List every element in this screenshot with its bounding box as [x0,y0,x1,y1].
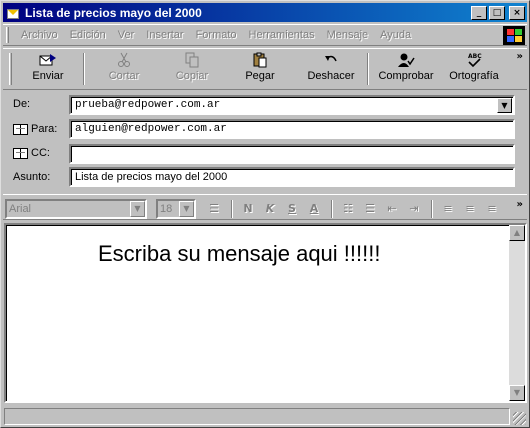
menu-grip[interactable] [6,27,9,43]
scissors-icon [93,51,155,69]
subject-value: Lista de precios mayo del 2000 [75,171,228,183]
svg-text:ABC: ABC [468,53,482,60]
send-button[interactable]: Enviar [17,51,79,89]
menu-mensaje[interactable]: Mensaje [321,29,375,41]
subject-label: Asunto: [13,171,50,183]
check-names-label: Comprobar [378,70,434,82]
menu-ver[interactable]: Ver [112,29,141,41]
chevron-down-icon[interactable]: ▼ [130,201,145,217]
check-names-icon [373,51,439,69]
send-label: Enviar [32,70,64,82]
to-value: alguien@redpower.com.ar [75,123,227,135]
spelling-icon: ABC [441,51,507,69]
message-envelope-icon [5,6,21,20]
copy-label: Copiar [175,70,209,82]
undo-icon [299,51,363,69]
cc-field[interactable] [69,144,515,164]
toolbar-more-chevron[interactable]: » [517,51,523,62]
toolbar-separator [83,53,85,85]
chevron-down-icon[interactable]: ▼ [497,98,512,113]
font-size-select[interactable]: 18 ▼ [156,199,196,219]
paste-label: Pegar [245,70,275,82]
title-bar[interactable]: Lista de precios mayo del 2000 _ □ × [3,3,527,22]
paste-icon [229,51,291,69]
menu-insertar[interactable]: Insertar [140,29,189,41]
scroll-up-icon[interactable]: ▲ [509,225,525,241]
format-separator [431,200,433,218]
subject-label-text: Asunto: [13,171,51,183]
close-button[interactable]: × [509,5,525,20]
toolbar-grip[interactable] [9,53,12,85]
underline-icon[interactable]: S [283,201,301,217]
menu-herramientas[interactable]: Herramientas [243,29,321,41]
spelling-label: Ortografía [449,70,499,82]
toolbar-separator [367,53,369,85]
bullet-list-icon[interactable]: ☰ [361,201,379,217]
cc-label-button[interactable]: CC: [13,147,50,159]
scroll-down-icon[interactable]: ▼ [509,385,525,401]
to-field[interactable]: alguien@redpower.com.ar [69,119,515,139]
format-toolbar: Arial ▼ 18 ▼ ☰ N K S A ☷ ☰ ⇤ ⇥ ≡ ≡ ≡ » [3,194,527,220]
copy-icon [161,51,223,69]
increase-indent-icon[interactable]: ⇥ [405,201,423,217]
undo-label: Deshacer [307,70,355,82]
address-book-icon [13,147,28,159]
menu-ayuda[interactable]: Ayuda [374,29,417,41]
to-label-button[interactable]: Para: [13,123,57,135]
font-select[interactable]: Arial ▼ [5,199,147,219]
message-body-text: Escriba su mensaje aqui !!!!!! [98,241,381,266]
status-pane [4,408,510,425]
address-book-icon [13,123,28,135]
minimize-button[interactable]: _ [471,5,487,20]
check-names-button[interactable]: Comprobar [373,51,439,89]
paste-button[interactable]: Pegar [229,51,291,89]
window-title: Lista de precios mayo del 2000 [25,5,202,20]
from-label: De: [13,98,30,110]
from-label-text: De: [13,98,31,110]
maximize-button[interactable]: □ [489,5,505,20]
from-field[interactable]: prueba@redpower.com.ar ▼ [69,95,515,115]
numbered-list-icon[interactable]: ☷ [339,201,357,217]
menu-edicion[interactable]: Edición [64,29,112,41]
undo-button[interactable]: Deshacer [299,51,363,89]
paragraph-style-icon[interactable]: ☰ [205,201,223,217]
subject-field[interactable]: Lista de precios mayo del 2000 [69,167,515,187]
font-color-icon[interactable]: A [305,201,323,217]
copy-button[interactable]: Copiar [161,51,223,89]
align-right-icon[interactable]: ≡ [483,201,501,217]
windows-logo-icon [503,26,525,45]
align-center-icon[interactable]: ≡ [461,201,479,217]
font-size-value: 18 [160,203,173,215]
vertical-scrollbar[interactable]: ▲ ▼ [509,225,525,401]
decrease-indent-icon[interactable]: ⇤ [383,201,401,217]
message-body-editor[interactable]: Escriba su mensaje aqui !!!!!! ▲ ▼ [4,223,527,403]
main-toolbar: Enviar Cortar Copiar Pegar Deshacer Comp… [3,48,527,90]
cc-label-text: CC: [31,147,50,159]
spelling-button[interactable]: ABC Ortografía [441,51,507,89]
format-more-chevron[interactable]: » [517,199,523,210]
cut-label: Cortar [108,70,140,82]
font-value: Arial [9,203,32,215]
format-separator [331,200,333,218]
cut-button[interactable]: Cortar [93,51,155,89]
menu-bar: Archivo Edición Ver Insertar Formato Her… [3,24,527,46]
menu-archivo[interactable]: Archivo [15,29,64,41]
bold-icon[interactable]: N [239,201,257,217]
format-separator [231,200,233,218]
italic-icon[interactable]: K [261,201,279,217]
align-left-icon[interactable]: ≡ [439,201,457,217]
resize-grip-icon[interactable] [513,412,526,425]
to-label-text: Para: [31,123,58,135]
menu-formato[interactable]: Formato [190,29,243,41]
compose-window: Lista de precios mayo del 2000 _ □ × Arc… [0,0,530,428]
from-value: prueba@redpower.com.ar [75,99,221,111]
send-icon [17,51,79,69]
chevron-down-icon[interactable]: ▼ [179,201,194,217]
status-bar [4,406,527,426]
